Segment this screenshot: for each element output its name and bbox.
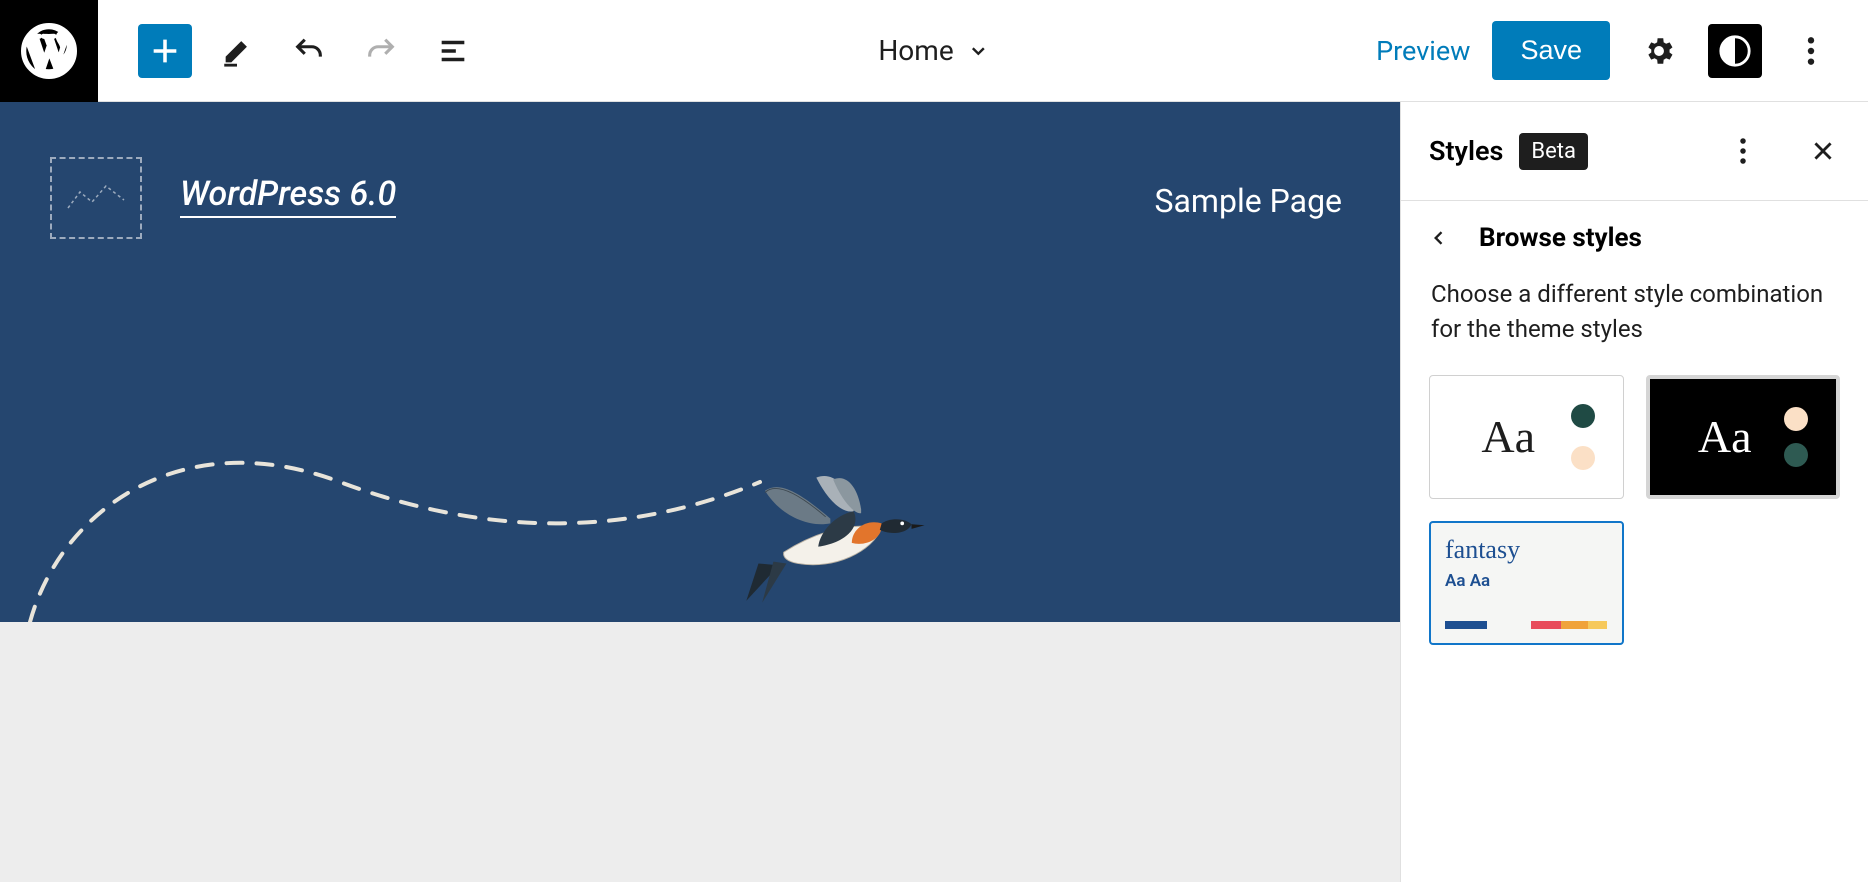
color-swatch [1571, 446, 1595, 470]
styles-more-button[interactable] [1716, 124, 1770, 178]
style-variation-default[interactable]: Aa [1429, 375, 1624, 499]
back-button[interactable] [1429, 228, 1449, 248]
document-title-text: Home [878, 34, 953, 67]
color-swatch [1784, 443, 1808, 467]
undo-button[interactable] [282, 24, 336, 78]
nav-sample-page[interactable]: Sample Page [1155, 182, 1342, 220]
beta-badge: Beta [1519, 133, 1588, 170]
styles-panel-toggle[interactable] [1708, 24, 1762, 78]
wordpress-logo[interactable] [0, 0, 98, 102]
style-variation-dark[interactable]: Aa [1646, 375, 1841, 499]
styles-sidebar: Styles Beta Browse styles Choose a diffe… [1400, 102, 1868, 882]
edit-tool-button[interactable] [210, 24, 264, 78]
color-swatch [1571, 404, 1595, 428]
redo-button[interactable] [354, 24, 408, 78]
workspace: WordPress 6.0 Sample Page [0, 102, 1868, 882]
variation-sample-text: Aa Aa [1445, 571, 1490, 591]
variation-sample-text: Aa [1698, 410, 1752, 463]
settings-button[interactable] [1632, 24, 1686, 78]
chevron-down-icon [968, 40, 990, 62]
styles-heading: Styles [1429, 135, 1503, 167]
chevron-left-icon [1429, 228, 1449, 248]
bird-illustration [740, 472, 930, 612]
site-title[interactable]: WordPress 6.0 [180, 174, 396, 218]
panel-description: Choose a different style combination for… [1401, 259, 1868, 375]
add-block-button[interactable] [138, 24, 192, 78]
variation-sample-text: Aa [1481, 410, 1535, 463]
close-sidebar-button[interactable] [1786, 124, 1840, 178]
color-swatch [1784, 407, 1808, 431]
site-logo-placeholder[interactable] [50, 157, 142, 239]
sidebar-header: Styles Beta [1401, 102, 1868, 201]
style-variation-fantasy[interactable]: fantasy Aa Aa [1429, 521, 1624, 645]
palette-bars [1445, 621, 1608, 629]
save-button[interactable]: Save [1492, 21, 1610, 80]
document-title-dropdown[interactable]: Home [878, 34, 989, 67]
preview-link[interactable]: Preview [1376, 35, 1470, 67]
editor-canvas[interactable]: WordPress 6.0 Sample Page [0, 102, 1400, 882]
browse-styles-header: Browse styles [1401, 201, 1868, 259]
panel-title: Browse styles [1479, 223, 1642, 253]
list-view-button[interactable] [426, 24, 480, 78]
more-options-button[interactable] [1784, 24, 1838, 78]
hero-section: WordPress 6.0 Sample Page [0, 102, 1400, 622]
variation-label: fantasy [1445, 535, 1520, 565]
editor-toolbar: Home Preview Save [0, 0, 1868, 102]
style-variations-grid: Aa Aa fantasy Aa Aa [1401, 375, 1868, 645]
